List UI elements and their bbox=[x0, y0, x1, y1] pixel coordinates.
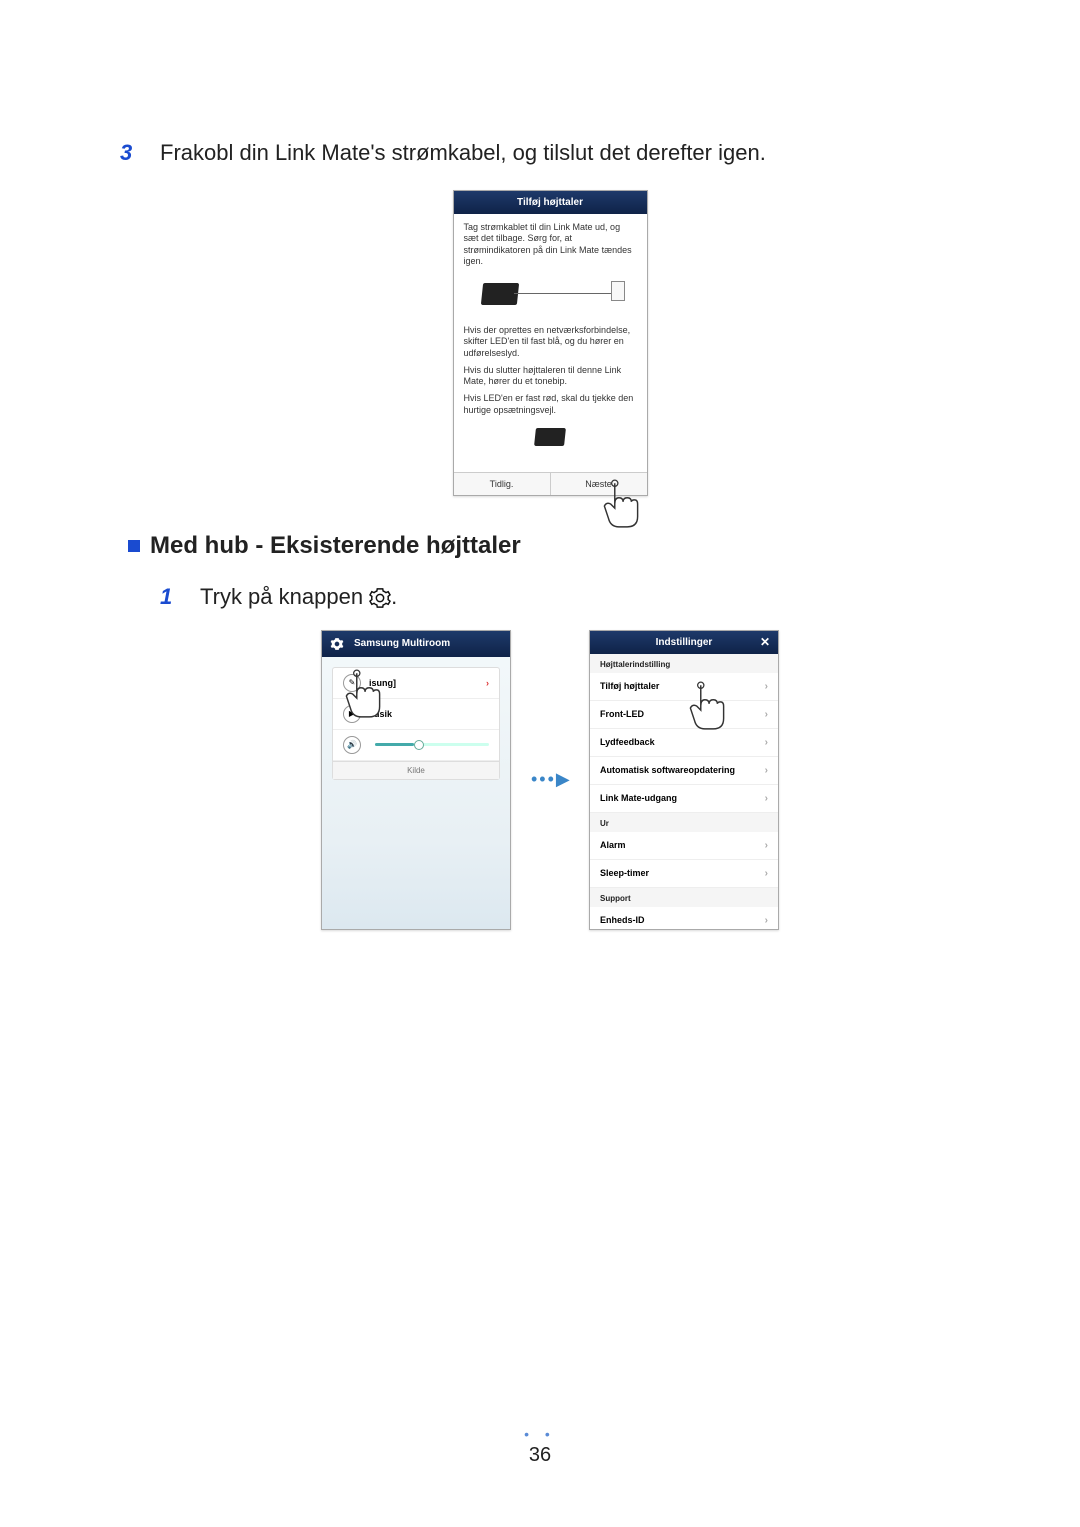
linkmate-cable-illustration bbox=[464, 273, 637, 317]
step-3-number: 3 bbox=[120, 140, 160, 166]
chevron-right-icon: › bbox=[765, 840, 768, 851]
settings-device-id[interactable]: Enheds-ID› bbox=[590, 907, 778, 930]
page-number: • • 36 bbox=[0, 1426, 1080, 1467]
step-3-line: 3 Frakobl din Link Mate's strømkabel, og… bbox=[120, 140, 980, 166]
gear-icon[interactable] bbox=[330, 637, 344, 651]
step-3-text: Frakobl din Link Mate's strømkabel, og t… bbox=[160, 140, 980, 166]
settings-auto-update[interactable]: Automatisk softwareopdatering› bbox=[590, 757, 778, 785]
step-1-text: Tryk på knappen . bbox=[200, 584, 980, 610]
phone1-paragraph-4: Hvis LED'en er fast rød, skal du tjekke … bbox=[464, 393, 637, 416]
chevron-right-icon: › bbox=[486, 678, 489, 688]
phone1-title: Tilføj højttaler bbox=[454, 191, 647, 214]
chevron-right-icon: › bbox=[765, 793, 768, 804]
settings-sound-feedback[interactable]: Lydfeedback› bbox=[590, 729, 778, 757]
step-1-text-before: Tryk på knappen bbox=[200, 584, 369, 609]
linkmate-illustration bbox=[464, 422, 637, 456]
phone1-prev-button[interactable]: Tidlig. bbox=[454, 473, 550, 495]
settings-sleep-timer[interactable]: Sleep-timer› bbox=[590, 860, 778, 888]
chevron-right-icon: › bbox=[765, 868, 768, 879]
close-icon[interactable]: ✕ bbox=[760, 635, 770, 649]
phone-mockup-add-speaker: Tilføj højttaler Tag strømkablet til din… bbox=[453, 190, 648, 496]
phone3-title: Indstillinger bbox=[656, 637, 713, 648]
phone1-paragraph-3: Hvis du slutter højttaleren til denne Li… bbox=[464, 365, 637, 388]
settings-section-support: Support bbox=[590, 888, 778, 907]
volume-icon: 🔊 bbox=[343, 736, 361, 754]
chevron-right-icon: › bbox=[765, 737, 768, 748]
settings-link-mate-output[interactable]: Link Mate-udgang› bbox=[590, 785, 778, 813]
section-heading: Med hub - Eksisterende højttaler bbox=[120, 532, 980, 560]
page-number-dots: • • bbox=[0, 1426, 1080, 1442]
source-label[interactable]: Kilde bbox=[333, 761, 499, 779]
phone1-paragraph-1: Tag strømkablet til din Link Mate ud, og… bbox=[464, 222, 637, 267]
transition-arrow-icon: •••▶ bbox=[531, 769, 569, 790]
chevron-right-icon: › bbox=[765, 709, 768, 720]
phone1-paragraph-2: Hvis der oprettes en netværksforbindelse… bbox=[464, 325, 637, 359]
bullet-square-icon bbox=[128, 540, 140, 552]
step-1-text-after: . bbox=[391, 584, 397, 609]
settings-front-led[interactable]: Front-LED› bbox=[590, 701, 778, 729]
heading-text: Med hub - Eksisterende højttaler bbox=[150, 532, 521, 560]
chevron-right-icon: › bbox=[765, 765, 768, 776]
settings-alarm[interactable]: Alarm› bbox=[590, 832, 778, 860]
page-number-value: 36 bbox=[529, 1444, 551, 1466]
phone2-title: Samsung Multiroom bbox=[354, 638, 450, 649]
chevron-right-icon: › bbox=[765, 915, 768, 926]
settings-add-speaker[interactable]: Tilføj højttaler› bbox=[590, 673, 778, 701]
phone-mockup-multiroom: Samsung Multiroom ✎ isung] › ▶ ..usik 🔊 … bbox=[321, 630, 511, 930]
chevron-right-icon: › bbox=[765, 681, 768, 692]
settings-section-clock: Ur bbox=[590, 813, 778, 832]
settings-section-speaker: Højttalerindstilling bbox=[590, 654, 778, 673]
step-1-number: 1 bbox=[160, 584, 200, 610]
volume-row[interactable]: 🔊 bbox=[333, 730, 499, 761]
step-1-line: 1 Tryk på knappen . bbox=[120, 584, 980, 610]
tap-hand-icon bbox=[342, 667, 384, 723]
phone-mockup-settings: Indstillinger ✕ Højttalerindstilling Til… bbox=[589, 630, 779, 930]
tap-hand-icon bbox=[686, 679, 728, 735]
tap-hand-icon bbox=[600, 477, 642, 536]
gear-icon bbox=[369, 587, 391, 609]
